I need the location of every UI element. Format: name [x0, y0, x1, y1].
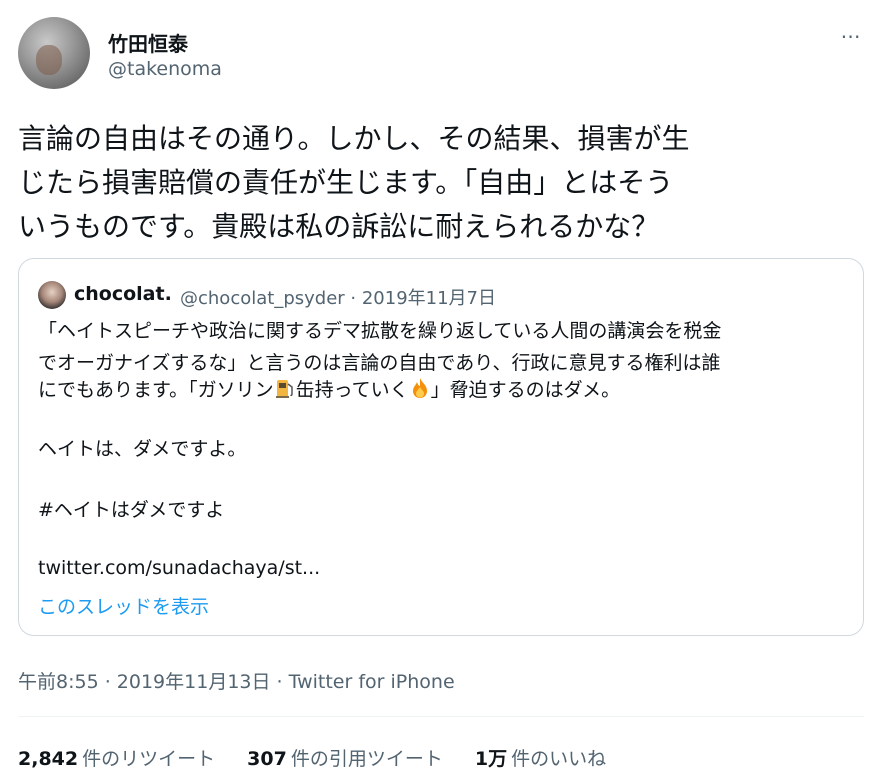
likes-label: 件のいいね: [511, 748, 607, 770]
quotes-label: 件の引用ツイート: [290, 748, 443, 770]
quoted-handle-date: @chocolat_psyder · 2019年11月7日: [180, 288, 497, 309]
tweet-text: 言論の自由はその通り。しかし、その結果、損害が生 じたら損害賠償の責任が生じます…: [18, 117, 858, 249]
quoted-display-name: chocolat.: [74, 283, 172, 305]
tweet-text-line: じたら損害賠償の責任が生じます。「自由」とはそう: [18, 166, 674, 199]
tweet-stats: 2,842 件のリツイート 307 件の引用ツイート 1万 件のいいね: [18, 744, 632, 771]
quoted-text-segment: 」脅迫するのはダメ。: [430, 379, 621, 401]
tweet-timestamp[interactable]: 午前8:55 · 2019年11月13日 · Twitter for iPhon…: [18, 667, 455, 694]
tweet-text-line: いうものです。貴殿は私の訴訟に耐えられるかな？: [18, 210, 660, 243]
author-avatar[interactable]: [18, 17, 90, 89]
quoted-text-line: ヘイトは、ダメですよ。: [38, 438, 247, 460]
show-thread-link[interactable]: このスレッドを表示: [38, 592, 209, 619]
quoted-text-segment: にでもあります。「ガソリン: [38, 379, 274, 401]
retweets-label: 件のリツイート: [82, 748, 216, 770]
tweet-text-line: 言論の自由はその通り。しかし、その結果、損害が生: [18, 122, 690, 155]
quoted-hashtag[interactable]: #ヘイトはダメですよ: [38, 496, 224, 524]
author-display-name[interactable]: 竹田恒泰: [108, 28, 188, 57]
fire-icon: [412, 378, 427, 398]
retweets-stat[interactable]: 2,842 件のリツイート: [18, 744, 215, 771]
fuel-pump-icon: [275, 380, 293, 398]
quoted-text-line: でオーガナイズするな」と言うのは言論の自由であり、行政に意見する権利は誰: [38, 352, 721, 374]
retweets-count: 2,842: [18, 748, 79, 770]
more-options-icon[interactable]: ⋯: [838, 26, 864, 46]
likes-stat[interactable]: 1万 件のいいね: [475, 744, 606, 771]
quotes-stat[interactable]: 307 件の引用ツイート: [247, 744, 443, 771]
quoted-avatar: [38, 281, 66, 309]
author-handle[interactable]: @takenoma: [108, 58, 222, 80]
divider: [18, 716, 864, 717]
quoted-text-line: 「ヘイトスピーチや政治に関するデマ拡散を繰り返している人間の講演会を税金: [38, 320, 722, 342]
quotes-count: 307: [247, 748, 287, 770]
quoted-link[interactable]: twitter.com/sunadachaya/st...: [38, 557, 320, 579]
quoted-text-segment: 缶持っていく: [295, 379, 409, 401]
quoted-tweet-card[interactable]: chocolat. @chocolat_psyder · 2019年11月7日 …: [18, 258, 864, 636]
likes-count: 1万: [474, 748, 508, 770]
quoted-text-line: にでもあります。「ガソリン 缶持っていく 」脅迫するのはダメ。: [38, 376, 620, 404]
